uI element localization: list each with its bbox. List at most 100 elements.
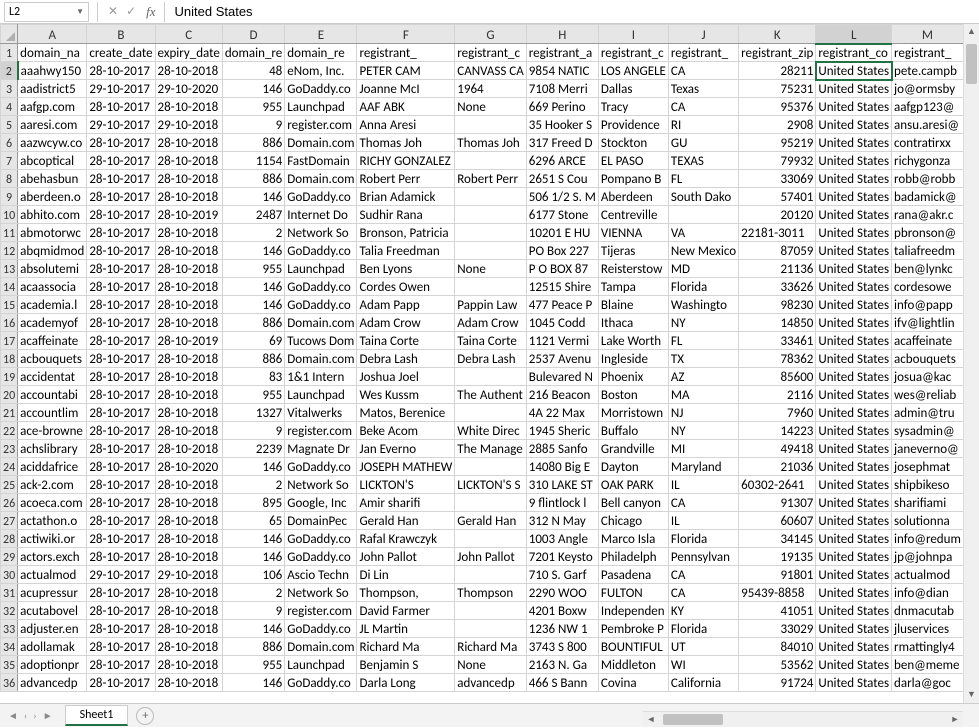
scroll-thumb[interactable]	[966, 44, 977, 84]
cell[interactable]: GoDaddy.co	[285, 188, 357, 206]
cell[interactable]: Thomas Joh	[357, 134, 455, 152]
cell[interactable]: 146	[222, 278, 284, 296]
cell[interactable]: 146	[222, 242, 284, 260]
cell[interactable]: registrant_c	[455, 44, 526, 62]
cell[interactable]: United States	[816, 674, 892, 692]
formula-input[interactable]	[169, 2, 979, 22]
cell[interactable]: CA	[668, 98, 738, 116]
row-header-18[interactable]: 18	[1, 350, 18, 368]
row-header-33[interactable]: 33	[1, 620, 18, 638]
cell[interactable]	[455, 224, 526, 242]
cell[interactable]: Rafal Krawczyk	[357, 530, 455, 548]
cell[interactable]: acoeca.com	[18, 494, 87, 512]
cell[interactable]	[455, 278, 526, 296]
cell[interactable]: 28-10-2018	[155, 188, 222, 206]
cell[interactable]: 669 Perino	[526, 98, 598, 116]
cell[interactable]: aazwcyw.co	[18, 134, 87, 152]
cell[interactable]: RI	[668, 116, 738, 134]
cell[interactable]: 28-10-2018	[155, 476, 222, 494]
cell[interactable]: Grandville	[598, 440, 668, 458]
cell[interactable]: 57401	[739, 188, 816, 206]
cell[interactable]: 1&1 Intern	[285, 368, 357, 386]
cell[interactable]: create_date	[87, 44, 155, 62]
cell[interactable]: 1236 NW 1	[526, 620, 598, 638]
cell[interactable]: Tijeras	[598, 242, 668, 260]
cell[interactable]: 146	[222, 458, 284, 476]
cell[interactable]: Magnate Dr	[285, 440, 357, 458]
cell[interactable]: 28-10-2017	[87, 332, 155, 350]
cell[interactable]: Network So	[285, 224, 357, 242]
cell[interactable]: 146	[222, 188, 284, 206]
cell[interactable]: 28-10-2017	[87, 278, 155, 296]
cell[interactable]: 83	[222, 368, 284, 386]
cell[interactable]: Pasadena	[598, 566, 668, 584]
cell[interactable]: VA	[668, 224, 738, 242]
cell[interactable]: 28-10-2018	[155, 656, 222, 674]
cell[interactable]: Dayton	[598, 458, 668, 476]
cell[interactable]: 955	[222, 98, 284, 116]
cell[interactable]: 28-10-2018	[155, 638, 222, 656]
cell[interactable]: United States	[816, 638, 892, 656]
row-header-10[interactable]: 10	[1, 206, 18, 224]
cell[interactable]: John Pallot	[455, 548, 526, 566]
cell[interactable]: aaahwy150	[18, 62, 87, 80]
cell[interactable]: United States	[816, 98, 892, 116]
cell[interactable]: Network So	[285, 584, 357, 602]
cell[interactable]: 29-10-2018	[155, 566, 222, 584]
cell[interactable]: 2	[222, 476, 284, 494]
cell[interactable]: Morristown	[598, 404, 668, 422]
cell[interactable]: 6177 Stone	[526, 206, 598, 224]
cell[interactable]: 6296 ARCE	[526, 152, 598, 170]
cell[interactable]: 78362	[739, 350, 816, 368]
cell[interactable]: acbouquets	[18, 350, 87, 368]
cell[interactable]: JOSEPH MATHEW	[357, 458, 455, 476]
cell[interactable]: 506 1/2 S. M	[526, 188, 598, 206]
cell[interactable]: 28-10-2017	[87, 152, 155, 170]
cell[interactable]: 28-10-2017	[87, 368, 155, 386]
spreadsheet-grid[interactable]: ABCDEFGHIJKLMN1domain_nacreate_dateexpir…	[0, 24, 979, 703]
row-header-1[interactable]: 1	[1, 44, 18, 62]
cell[interactable]: achslibrary	[18, 440, 87, 458]
cell[interactable]: wes@reliab	[892, 386, 964, 404]
cell[interactable]: 2239	[222, 440, 284, 458]
cell[interactable]: 146	[222, 548, 284, 566]
cell[interactable]: 28-10-2017	[87, 548, 155, 566]
cell[interactable]: Florida	[668, 278, 738, 296]
cell[interactable]: United States	[816, 422, 892, 440]
cell[interactable]: 28-10-2017	[87, 404, 155, 422]
cell[interactable]: 87059	[739, 242, 816, 260]
cell[interactable]: taliafreedm	[892, 242, 964, 260]
cell[interactable]: Aberdeen	[598, 188, 668, 206]
cell[interactable]: 1327	[222, 404, 284, 422]
row-header-19[interactable]: 19	[1, 368, 18, 386]
scroll-right-icon[interactable]: ►	[947, 712, 963, 727]
cell[interactable]: acupressur	[18, 584, 87, 602]
cell[interactable]: abcoptical	[18, 152, 87, 170]
cell[interactable]: Pompano B	[598, 170, 668, 188]
cell[interactable]: 84010	[739, 638, 816, 656]
cell[interactable]: 85600	[739, 368, 816, 386]
cell[interactable]: United States	[816, 584, 892, 602]
cell[interactable]: accountabi	[18, 386, 87, 404]
cell[interactable]: Bell canyon	[598, 494, 668, 512]
cell[interactable]: 28-10-2018	[155, 134, 222, 152]
cell[interactable]: 9 flintlock l	[526, 494, 598, 512]
cell[interactable]: Brian Adamick	[357, 188, 455, 206]
cell[interactable]: 146	[222, 674, 284, 692]
cell[interactable]: 2885 Sanfo	[526, 440, 598, 458]
cell[interactable]: 955	[222, 656, 284, 674]
cell[interactable]: None	[455, 260, 526, 278]
row-header-7[interactable]: 7	[1, 152, 18, 170]
cell[interactable]: Jan Everno	[357, 440, 455, 458]
cell[interactable]: 28-10-2017	[87, 584, 155, 602]
cell[interactable]: 28-10-2017	[87, 638, 155, 656]
row-header-9[interactable]: 9	[1, 188, 18, 206]
row-header-11[interactable]: 11	[1, 224, 18, 242]
cell[interactable]: 28-10-2019	[155, 206, 222, 224]
cell[interactable]: 4201 Boxw	[526, 602, 598, 620]
cell[interactable]: CA	[668, 62, 738, 80]
cell[interactable]	[455, 602, 526, 620]
cell[interactable]: Chicago	[598, 512, 668, 530]
cell[interactable]: UT	[668, 638, 738, 656]
cell[interactable]: accidentat	[18, 368, 87, 386]
